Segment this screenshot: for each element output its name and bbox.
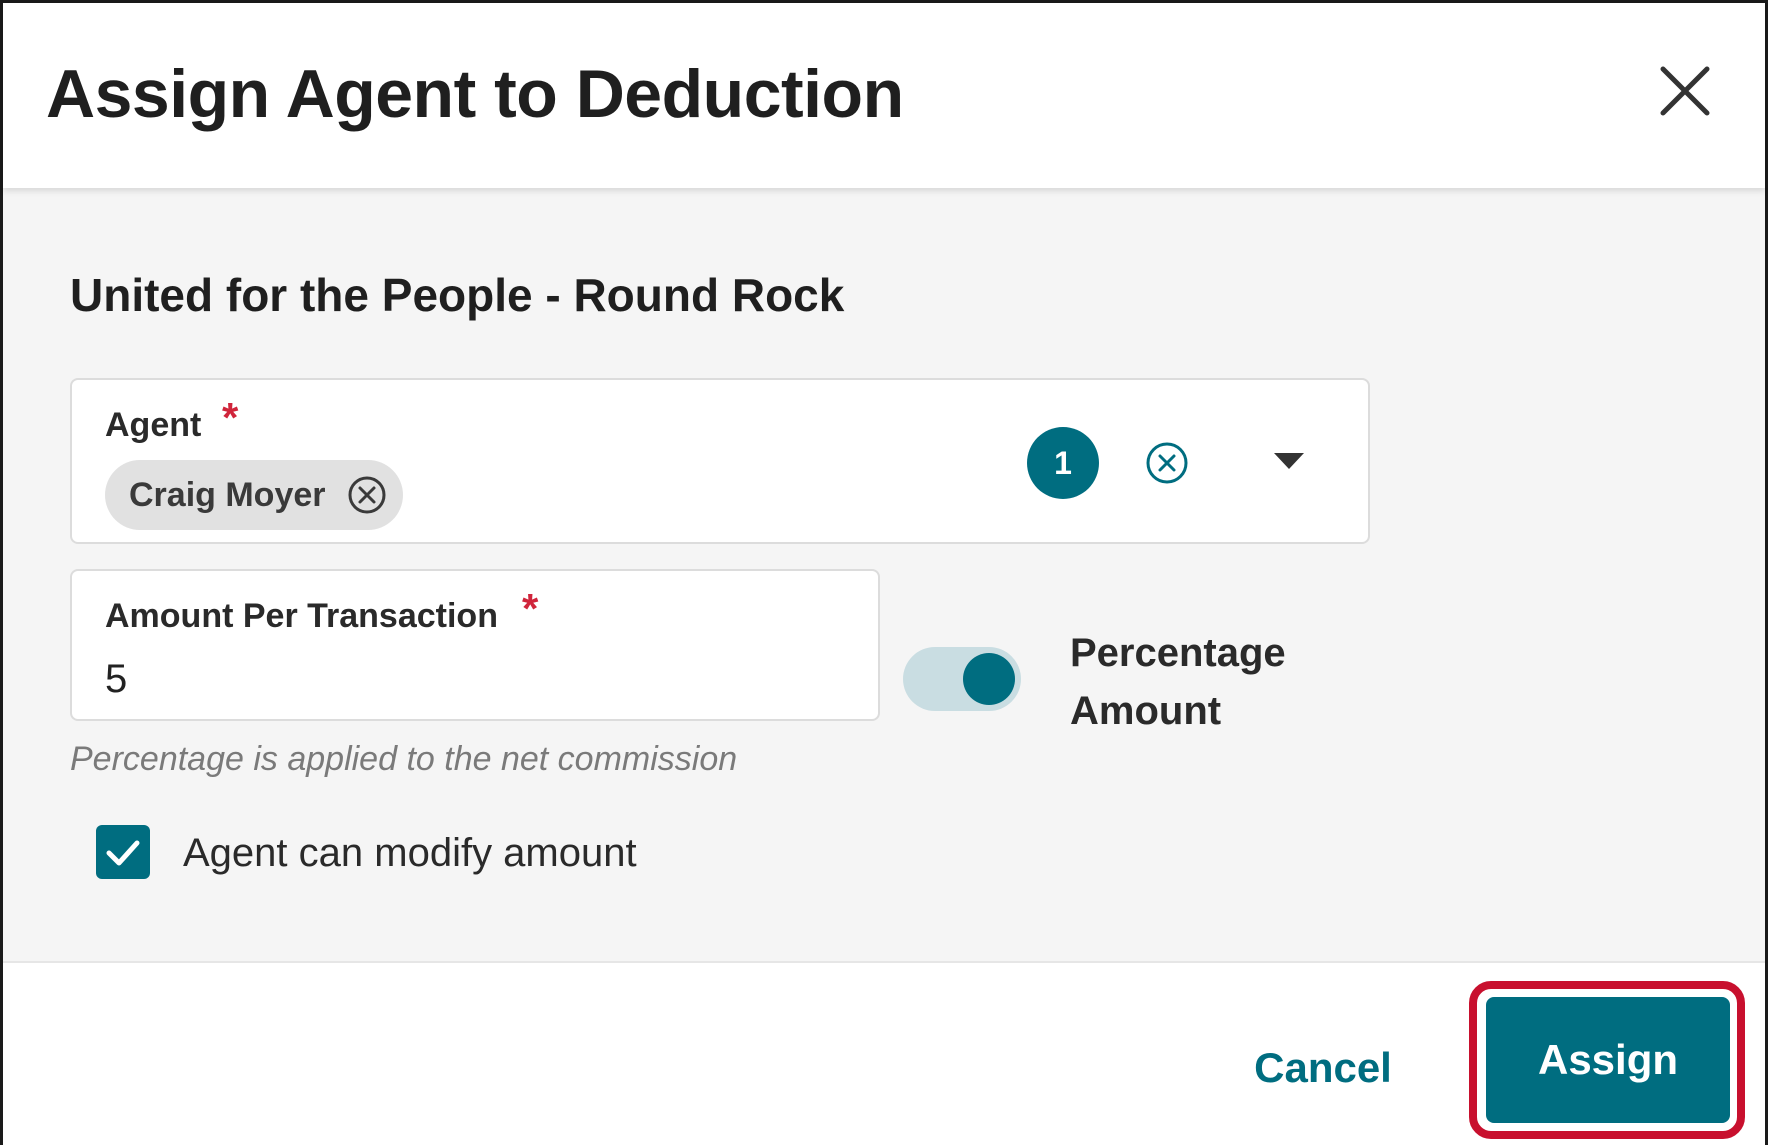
assign-button[interactable]: Assign <box>1486 997 1730 1123</box>
dialog-title: Assign Agent to Deduction <box>46 56 904 132</box>
agent-can-modify-label: Agent can modify amount <box>183 831 637 875</box>
agent-required-mark: * <box>222 394 239 441</box>
agent-select[interactable]: Agent * Craig Moyer 1 <box>70 378 1370 544</box>
amount-label: Amount Per Transaction <box>105 597 498 635</box>
dialog-footer: Cancel Assign <box>3 961 1765 1145</box>
caret-down-icon <box>1274 453 1304 469</box>
selected-agent-label: Craig Moyer <box>129 476 326 514</box>
selected-count-badge: 1 <box>1027 427 1099 499</box>
selected-agent-chip: Craig Moyer <box>105 460 403 530</box>
dialog-header: Assign Agent to Deduction <box>3 3 1765 188</box>
organization-name: United for the People - Round Rock <box>70 269 845 321</box>
close-button[interactable] <box>1655 61 1715 121</box>
close-icon <box>1660 66 1710 116</box>
amount-per-transaction-field[interactable]: Amount Per Transaction * 5 <box>70 569 880 721</box>
cancel-button[interactable]: Cancel <box>1233 1033 1413 1103</box>
dialog-body: United for the People - Round Rock Agent… <box>3 188 1765 961</box>
remove-agent-button[interactable] <box>347 475 387 515</box>
toggle-knob <box>963 653 1015 705</box>
percentage-hint: Percentage is applied to the net commiss… <box>70 740 738 778</box>
dropdown-toggle[interactable] <box>1272 450 1306 472</box>
percentage-amount-toggle[interactable] <box>903 647 1021 711</box>
check-icon <box>106 840 140 866</box>
circle-x-icon <box>348 476 386 514</box>
assign-agent-dialog: Assign Agent to Deduction United for the… <box>0 0 1768 1145</box>
amount-input[interactable]: 5 <box>105 657 127 702</box>
agent-can-modify-checkbox[interactable] <box>96 825 150 879</box>
agent-label: Agent <box>105 406 202 444</box>
circle-x-icon <box>1146 442 1188 484</box>
clear-selection-button[interactable] <box>1145 441 1189 485</box>
percentage-amount-label: Percentage Amount <box>1070 631 1286 733</box>
amount-required-mark: * <box>522 585 539 632</box>
